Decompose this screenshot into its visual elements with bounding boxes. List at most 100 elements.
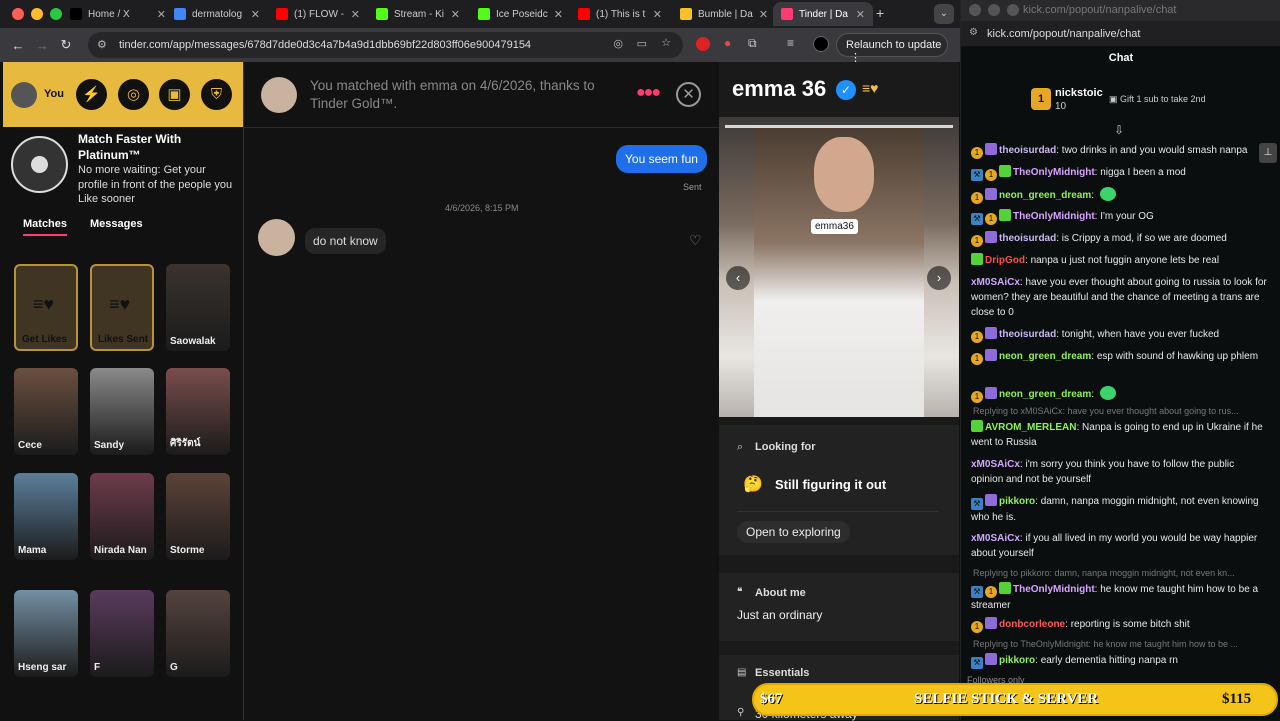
close-window-button[interactable] <box>12 8 24 20</box>
extensions-puzzle-icon[interactable]: ⧉ <box>748 36 757 51</box>
back-icon[interactable]: ← <box>6 38 30 53</box>
site-info-icon[interactable]: ⚙ <box>969 27 978 38</box>
platinum-promo[interactable]: Match Faster With Platinum™ No more wait… <box>3 127 243 211</box>
chat-message[interactable]: 1 donbcorleone: reporting is some bitch s… <box>971 617 1267 633</box>
chat-message[interactable]: 1 neon_green_dream: <box>971 187 1267 204</box>
pinned-user[interactable]: nickstoic <box>1055 87 1103 99</box>
boost-icon[interactable]: ⚡ <box>76 79 107 110</box>
minimize-window-button[interactable] <box>31 8 43 20</box>
received-message[interactable]: do not know <box>305 228 386 254</box>
scroll-down-icon[interactable]: ⇩ <box>1114 123 1124 137</box>
chat-message[interactable]: ⚒ 1 TheOnlyMidnight: I'm your OG <box>971 209 1267 225</box>
chat-username[interactable]: donbcorleone <box>999 619 1065 630</box>
bookmark-star-icon[interactable]: ☆ <box>661 36 671 49</box>
extension-icon-2[interactable]: ● <box>724 36 731 50</box>
close-tab-icon[interactable]: ✕ <box>351 8 360 21</box>
match-card[interactable]: G <box>166 590 230 677</box>
chat-message[interactable]: 1 theoisurdad: two drinks in and you woul… <box>971 143 1267 159</box>
location-icon[interactable]: ◎ <box>613 37 623 50</box>
chat-message[interactable]: xM0SAiCx: if you all lived in my world y… <box>971 531 1267 561</box>
close-tab-icon[interactable]: ✕ <box>451 8 460 21</box>
likes-card[interactable]: ≡♥ Get Likes <box>14 264 78 351</box>
chat-username[interactable]: AVROM_MERLEAN <box>985 422 1076 433</box>
close-tab-icon[interactable]: ✕ <box>251 8 260 21</box>
tab-search-button[interactable]: ⌄ <box>934 4 954 24</box>
photo-prev-icon[interactable]: ‹ <box>726 266 750 290</box>
reading-list-icon[interactable]: ≡ <box>787 36 794 50</box>
reload-icon[interactable]: ↻ <box>54 37 78 53</box>
user-avatar[interactable] <box>11 82 37 108</box>
open-to-chip[interactable]: Open to exploring <box>737 521 850 543</box>
chat-message[interactable]: 1 neon_green_dream: esp with sound of haw… <box>971 349 1267 365</box>
tab-matches[interactable]: Matches <box>23 218 68 236</box>
chat-username[interactable]: neon_green_dream <box>999 389 1091 400</box>
likes-card[interactable]: ≡♥ Likes Sent <box>90 264 154 351</box>
profile-avatar[interactable] <box>813 36 829 52</box>
chat-message[interactable]: ⚒ pikkoro: damn, nanpa moggin midnight, n… <box>971 494 1267 525</box>
match-card[interactable]: Saowalak <box>166 264 230 351</box>
chat-message[interactable]: ⚒ 1 TheOnlyMidnight: nigga I been a mod <box>971 165 1267 181</box>
profile-photo[interactable]: emma36 ‹ › <box>719 117 959 417</box>
match-card[interactable]: Mama <box>14 473 78 560</box>
tab-8[interactable]: Tinder | Da ✕ <box>773 2 873 26</box>
chat-message[interactable]: AVROM_MERLEAN: Nanpa is going to end up … <box>971 420 1267 450</box>
chat-message[interactable]: xM0SAiCx: have you ever thought about go… <box>971 275 1267 320</box>
photo-next-icon[interactable]: › <box>927 266 951 290</box>
tab-5[interactable]: Ice Poseidc ✕ <box>470 2 570 26</box>
chat-username[interactable]: xM0SAiCx <box>971 533 1020 544</box>
close-tab-icon[interactable]: ✕ <box>157 8 166 21</box>
chat-message[interactable]: xM0SAiCx: i'm sorry you think you have t… <box>971 457 1267 487</box>
chat-message[interactable]: DripGod: nanpa u just not fuggin anyone … <box>971 253 1267 268</box>
tab-1[interactable]: Home / X ✕ <box>62 2 174 26</box>
chat-message[interactable]: 1 neon_green_dream: <box>971 386 1267 403</box>
chat-username[interactable]: pikkoro <box>999 496 1035 507</box>
match-card[interactable]: Cece <box>14 368 78 455</box>
safety-shield-icon[interactable]: ⛨ <box>201 79 232 110</box>
chat-username[interactable]: theoisurdad <box>999 233 1056 244</box>
close-window-button[interactable] <box>969 4 981 16</box>
close-tab-icon[interactable]: ✕ <box>759 8 768 21</box>
chat-username[interactable]: theoisurdad <box>999 329 1056 340</box>
chat-username[interactable]: neon_green_dream <box>999 190 1091 201</box>
chat-message[interactable]: 1 theoisurdad: tonight, when have you eve… <box>971 327 1267 343</box>
match-avatar[interactable] <box>261 77 297 113</box>
received-avatar[interactable] <box>258 219 295 256</box>
tab-messages[interactable]: Messages <box>90 218 143 230</box>
chat-username[interactable]: neon_green_dream <box>999 351 1091 362</box>
match-card[interactable]: ศิริรัตน์ <box>166 368 230 455</box>
chat-username[interactable]: pikkoro <box>999 655 1035 666</box>
explore-icon[interactable]: ◎ <box>118 79 149 110</box>
chat-message[interactable]: ⚒ 1 TheOnlyMidnight: he know me taught him… <box>971 582 1267 613</box>
match-card[interactable]: Hseng sar <box>14 590 78 677</box>
more-options-icon[interactable]: ●●● <box>636 84 661 102</box>
chat-username[interactable]: xM0SAiCx <box>971 277 1020 288</box>
match-card[interactable]: Storme <box>166 473 230 560</box>
you-label[interactable]: You <box>44 88 64 100</box>
sent-message[interactable]: You seem fun <box>616 145 707 173</box>
like-message-icon[interactable]: ♡ <box>689 232 702 249</box>
chat-username[interactable]: TheOnlyMidnight <box>1013 167 1095 178</box>
maximize-window-button[interactable] <box>1007 4 1019 16</box>
chat-username[interactable]: theoisurdad <box>999 145 1056 156</box>
match-card[interactable]: F <box>90 590 154 677</box>
chat-username[interactable]: TheOnlyMidnight <box>1013 584 1095 595</box>
relaunch-button[interactable]: Relaunch to update ⋮ <box>836 33 948 64</box>
close-conversation-icon[interactable]: ✕ <box>676 82 701 107</box>
extension-icon[interactable] <box>696 37 710 51</box>
minimize-window-button[interactable] <box>988 4 1000 16</box>
tab-3[interactable]: (1) FLOW - ✕ <box>268 2 368 26</box>
tab-6[interactable]: (1) This is t ✕ <box>570 2 670 26</box>
match-card[interactable]: Nirada Nan <box>90 473 154 560</box>
chat-username[interactable]: DripGod <box>985 255 1025 266</box>
maximize-window-button[interactable] <box>50 8 62 20</box>
forward-icon[interactable]: → <box>30 38 54 53</box>
close-tab-icon[interactable]: ✕ <box>856 8 865 21</box>
close-tab-icon[interactable]: ✕ <box>554 8 563 21</box>
kick-url-bar[interactable]: ⚙ kick.com/popout/nanpalive/chat <box>961 21 1280 47</box>
chat-username[interactable]: TheOnlyMidnight <box>1013 211 1095 222</box>
chat-message[interactable]: 1 theoisurdad: is Crippy a mod, if so we … <box>971 231 1267 247</box>
work-briefcase-icon[interactable]: ▣ <box>159 79 190 110</box>
url-bar[interactable]: ⚙ tinder.com/app/messages/678d7dde0d3c4a… <box>88 32 683 58</box>
cast-icon[interactable]: ▭ <box>637 37 647 50</box>
site-info-icon[interactable]: ⚙ <box>97 38 107 51</box>
